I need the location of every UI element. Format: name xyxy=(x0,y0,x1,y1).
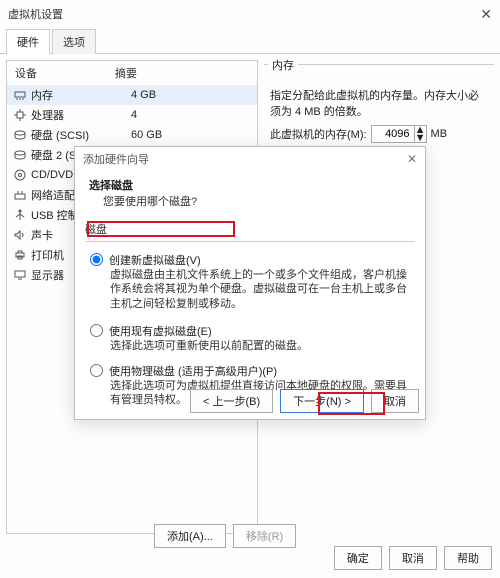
hardware-row[interactable]: 内存4 GB xyxy=(7,85,257,105)
disk-icon xyxy=(13,129,27,141)
add-hardware-wizard-dialog: 添加硬件向导 ✕ 选择磁盘 您要使用哪个磁盘? 磁盘 创建新虚拟磁盘(V) 虚拟… xyxy=(74,146,426,420)
opt-physical-disk-label: 使用物理磁盘 (适用于高级用户)(P) xyxy=(109,363,277,379)
dialog-title: 添加硬件向导 xyxy=(83,151,149,167)
tab-hardware[interactable]: 硬件 xyxy=(6,29,50,54)
opt-existing-disk-radio[interactable] xyxy=(90,324,103,337)
printer-icon xyxy=(13,249,27,261)
dialog-buttons: < 上一步(B) 下一步(N) > 取消 xyxy=(186,389,419,413)
help-button[interactable]: 帮助 xyxy=(444,546,492,570)
device-summary: 4 GB xyxy=(131,89,251,101)
device-name: 处理器 xyxy=(31,107,131,123)
opt-create-new-disk-label: 创建新虚拟磁盘(V) xyxy=(109,252,201,268)
col-device: 设备 xyxy=(15,65,115,81)
opt-existing-disk[interactable]: 使用现有虚拟磁盘(E) xyxy=(90,323,410,339)
next-button[interactable]: 下一步(N) > xyxy=(280,389,364,413)
hardware-list-header: 设备 摘要 xyxy=(7,61,257,85)
tab-options[interactable]: 选项 xyxy=(52,29,96,54)
add-hardware-button[interactable]: 添加(A)... xyxy=(154,524,226,548)
disk-icon xyxy=(13,149,27,161)
ok-button[interactable]: 确定 xyxy=(334,546,382,570)
opt-existing-disk-desc: 选择此选项可重新使用以前配置的磁盘。 xyxy=(90,339,410,353)
dialog-subheading: 您要使用哪个磁盘? xyxy=(89,193,411,209)
memory-desc: 指定分配给此虚拟机的内存量。内存大小必须为 4 MB 的倍数。 xyxy=(264,87,494,119)
window-close-icon[interactable]: ✕ xyxy=(480,6,492,23)
opt-physical-disk-radio[interactable] xyxy=(90,364,103,377)
memory-icon xyxy=(13,89,27,101)
spin-down-icon[interactable]: ▼ xyxy=(415,134,426,142)
opt-physical-disk[interactable]: 使用物理磁盘 (适用于高级用户)(P) xyxy=(90,363,410,379)
cd-icon xyxy=(13,169,27,181)
window-title: 虚拟机设置 xyxy=(8,6,63,22)
footer-buttons: 确定 取消 帮助 xyxy=(330,546,492,570)
remove-hardware-button[interactable]: 移除(R) xyxy=(233,524,296,548)
memory-input[interactable] xyxy=(371,125,415,143)
tabs: 硬件 选项 xyxy=(0,28,500,54)
opt-create-new-disk-desc: 虚拟磁盘由主机文件系统上的一个或多个文件组成，客户机操作系统会将其视为单个硬盘。… xyxy=(90,268,410,311)
device-summary: 60 GB xyxy=(131,129,251,141)
dialog-heading: 选择磁盘 xyxy=(89,177,411,193)
net-icon xyxy=(13,189,27,201)
back-button[interactable]: < 上一步(B) xyxy=(190,389,273,413)
memory-unit: MB xyxy=(431,128,448,140)
usb-icon xyxy=(13,209,27,221)
dialog-close-icon[interactable]: ✕ xyxy=(407,152,417,166)
opt-create-new-disk[interactable]: 创建新虚拟磁盘(V) xyxy=(90,252,410,268)
titlebar: 虚拟机设置 ✕ xyxy=(0,0,500,28)
device-summary: 4 xyxy=(131,109,251,121)
memory-group-label: 内存 xyxy=(268,60,298,72)
cancel-button[interactable]: 取消 xyxy=(389,546,437,570)
memory-field-label: 此虚拟机的内存(M): xyxy=(270,126,367,142)
cpu-icon xyxy=(13,109,27,121)
hardware-row[interactable]: 硬盘 (SCSI)60 GB xyxy=(7,125,257,145)
col-summary: 摘要 xyxy=(115,65,137,81)
device-name: 硬盘 (SCSI) xyxy=(31,127,131,143)
disk-group-label: 磁盘 xyxy=(85,224,107,236)
display-icon xyxy=(13,269,27,281)
opt-existing-disk-label: 使用现有虚拟磁盘(E) xyxy=(109,323,212,339)
hardware-row[interactable]: 处理器4 xyxy=(7,105,257,125)
dialog-cancel-button[interactable]: 取消 xyxy=(371,389,419,413)
memory-spinner[interactable]: ▲▼ xyxy=(371,125,427,143)
hardware-list-buttons: 添加(A)... 移除(R) xyxy=(150,524,296,548)
opt-create-new-disk-radio[interactable] xyxy=(90,253,103,266)
sound-icon xyxy=(13,229,27,241)
device-name: 内存 xyxy=(31,87,131,103)
